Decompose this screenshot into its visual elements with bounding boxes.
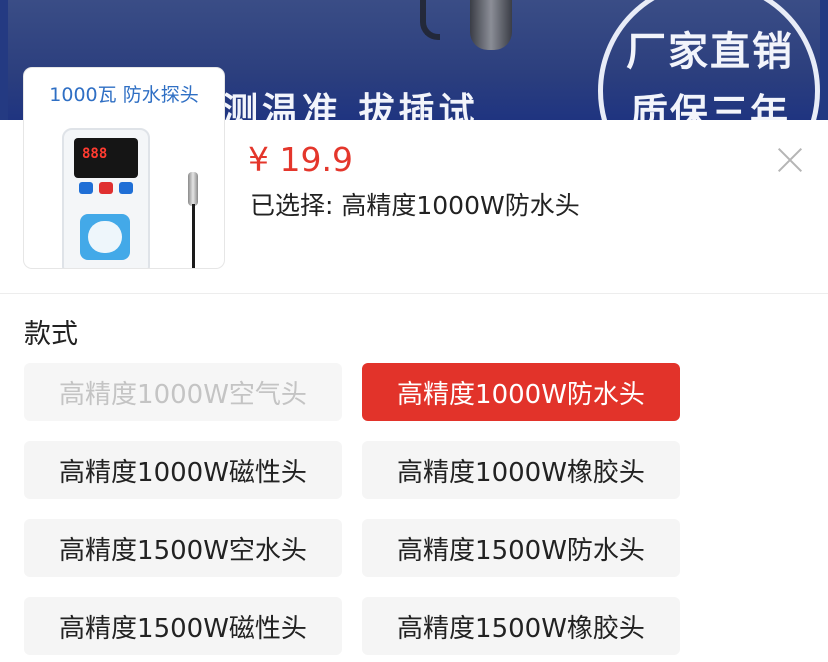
- header-divider: [0, 293, 828, 294]
- option-group-title: 款式: [24, 319, 78, 350]
- close-icon[interactable]: [770, 140, 810, 180]
- device-socket-face: [88, 221, 122, 253]
- probe-image: [188, 172, 198, 206]
- device-set-button: [99, 182, 113, 194]
- device-socket: [80, 214, 130, 260]
- device-up-button: [119, 182, 133, 194]
- banner-circle-line2: 质保三年: [629, 91, 790, 120]
- option-button[interactable]: 高精度1000W磁性头: [24, 441, 342, 499]
- option-button[interactable]: 高精度1500W空水头: [24, 519, 342, 577]
- banner-slogan: 测温准 拔插试: [222, 91, 479, 120]
- option-button[interactable]: 高精度1000W空气头: [24, 363, 342, 421]
- thermostat-device-image: 888: [62, 128, 150, 268]
- device-down-button: [79, 182, 93, 194]
- device-display: 888: [74, 138, 138, 178]
- device-buttons: [74, 182, 138, 196]
- option-button[interactable]: 高精度1500W防水头: [362, 519, 680, 577]
- option-button[interactable]: 高精度1500W橡胶头: [362, 597, 680, 655]
- thumbnail-label: 1000瓦 防水探头: [49, 84, 199, 106]
- banner-circle-line1: 厂家直销: [626, 29, 794, 75]
- option-button-selected[interactable]: 高精度1000W防水头: [362, 363, 680, 421]
- probe-wire: [192, 204, 195, 268]
- product-thumbnail[interactable]: 1000瓦 防水探头 888: [24, 68, 224, 268]
- selected-variant-text: 已选择: 高精度1000W防水头: [250, 191, 580, 220]
- price: ¥ 19.9: [248, 140, 353, 179]
- option-button[interactable]: 高精度1500W磁性头: [24, 597, 342, 655]
- option-button[interactable]: 高精度1000W橡胶头: [362, 441, 680, 499]
- product-sku-page: 厂家直销 质保三年 测温准 拔插试 款式 高精度1000W空气头 高精度1000…: [0, 0, 828, 662]
- banner-probe: [470, 0, 512, 50]
- device-display-digits: 888: [82, 146, 108, 162]
